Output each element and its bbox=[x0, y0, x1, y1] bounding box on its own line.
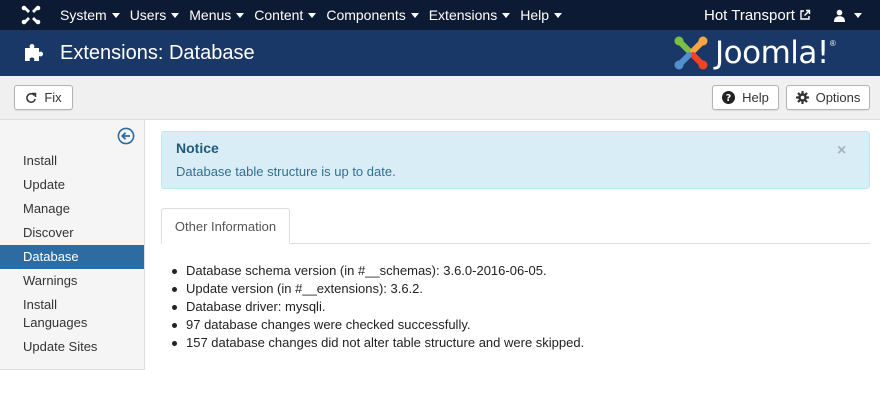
site-name: Hot Transport bbox=[704, 6, 795, 24]
alert-heading: Notice bbox=[176, 140, 219, 156]
alert-message: Database table structure is up to date. bbox=[176, 164, 396, 179]
refresh-icon bbox=[25, 92, 37, 104]
gear-icon bbox=[795, 91, 809, 104]
menu-menus[interactable]: Menus bbox=[189, 7, 245, 23]
help-button[interactable]: ? Help bbox=[712, 85, 779, 110]
question-circle-icon: ? bbox=[722, 91, 736, 104]
registered-mark: ® bbox=[829, 38, 836, 48]
page-title: Extensions: Database bbox=[60, 42, 255, 64]
sidebar-item-manage[interactable]: Manage bbox=[0, 200, 144, 218]
page-header: Extensions: Database Joomla! ® bbox=[0, 30, 880, 76]
fix-button[interactable]: Fix bbox=[14, 85, 73, 110]
menu-label: Users bbox=[129, 7, 167, 23]
menu-label: Help bbox=[520, 7, 549, 23]
menu-system[interactable]: System bbox=[60, 7, 120, 23]
menu-help[interactable]: Help bbox=[520, 7, 562, 23]
brand-text: Joomla! bbox=[715, 35, 829, 71]
sidebar-item-update[interactable]: Update bbox=[0, 176, 144, 194]
main-menu: System Users Menus Content Components Ex… bbox=[60, 0, 572, 30]
collapse-sidebar-icon[interactable] bbox=[117, 127, 135, 145]
puzzle-icon bbox=[25, 44, 43, 61]
options-button[interactable]: Options bbox=[786, 85, 870, 110]
sidebar-item-install-languages[interactable]: Install Languages bbox=[0, 296, 144, 332]
joomla-brand: Joomla! ® bbox=[672, 34, 836, 72]
menu-content[interactable]: Content bbox=[254, 7, 317, 23]
sidebar-item-warnings[interactable]: Warnings bbox=[0, 272, 144, 290]
close-icon[interactable]: × bbox=[837, 142, 846, 160]
chevron-down-icon bbox=[171, 12, 180, 18]
chevron-down-icon bbox=[502, 12, 511, 18]
menu-users[interactable]: Users bbox=[130, 7, 180, 23]
menu-label: Components bbox=[326, 7, 406, 23]
fix-label: Fix bbox=[44, 90, 62, 105]
menu-extensions[interactable]: Extensions bbox=[428, 7, 511, 23]
site-link[interactable]: Hot Transport bbox=[704, 0, 811, 30]
sidebar-item-discover[interactable]: Discover bbox=[0, 224, 144, 242]
user-menu[interactable] bbox=[833, 0, 862, 30]
options-label: Options bbox=[815, 90, 861, 105]
chevron-down-icon bbox=[410, 12, 419, 18]
top-navbar: System Users Menus Content Components Ex… bbox=[0, 0, 880, 30]
chevron-down-icon bbox=[854, 12, 862, 18]
tab-other-information[interactable]: Other Information bbox=[161, 208, 290, 244]
notice-alert: Notice Database table structure is up to… bbox=[161, 131, 870, 189]
svg-text:?: ? bbox=[726, 93, 732, 104]
sidebar-item-database[interactable]: Database bbox=[0, 245, 144, 269]
list-item: 97 database changes were checked success… bbox=[171, 316, 584, 334]
chevron-down-icon bbox=[308, 12, 317, 18]
list-item: 157 database changes did not alter table… bbox=[171, 334, 584, 352]
menu-components[interactable]: Components bbox=[326, 7, 419, 23]
list-item: Update version (in #__extensions): 3.6.2… bbox=[171, 280, 584, 298]
joomla-logo-icon bbox=[674, 36, 708, 70]
user-icon bbox=[834, 9, 845, 22]
toolbar: Fix ? Help Options bbox=[0, 76, 880, 120]
menu-label: Extensions bbox=[428, 7, 498, 23]
help-label: Help bbox=[742, 90, 769, 105]
chevron-down-icon bbox=[236, 12, 245, 18]
sidebar-item-install[interactable]: Install bbox=[0, 152, 144, 170]
joomla-logo-icon[interactable] bbox=[20, 4, 42, 26]
external-link-icon bbox=[800, 9, 811, 20]
chevron-down-icon bbox=[554, 12, 562, 18]
sidebar: Install Update Manage Discover Database … bbox=[0, 120, 145, 370]
menu-label: Menus bbox=[189, 7, 232, 23]
list-item: Database driver: mysqli. bbox=[171, 298, 584, 316]
sidebar-item-update-sites[interactable]: Update Sites bbox=[0, 338, 144, 356]
menu-label: System bbox=[60, 7, 107, 23]
info-list: Database schema version (in #__schemas):… bbox=[171, 262, 584, 352]
chevron-down-icon bbox=[111, 12, 120, 18]
menu-label: Content bbox=[254, 7, 304, 23]
list-item: Database schema version (in #__schemas):… bbox=[171, 262, 584, 280]
